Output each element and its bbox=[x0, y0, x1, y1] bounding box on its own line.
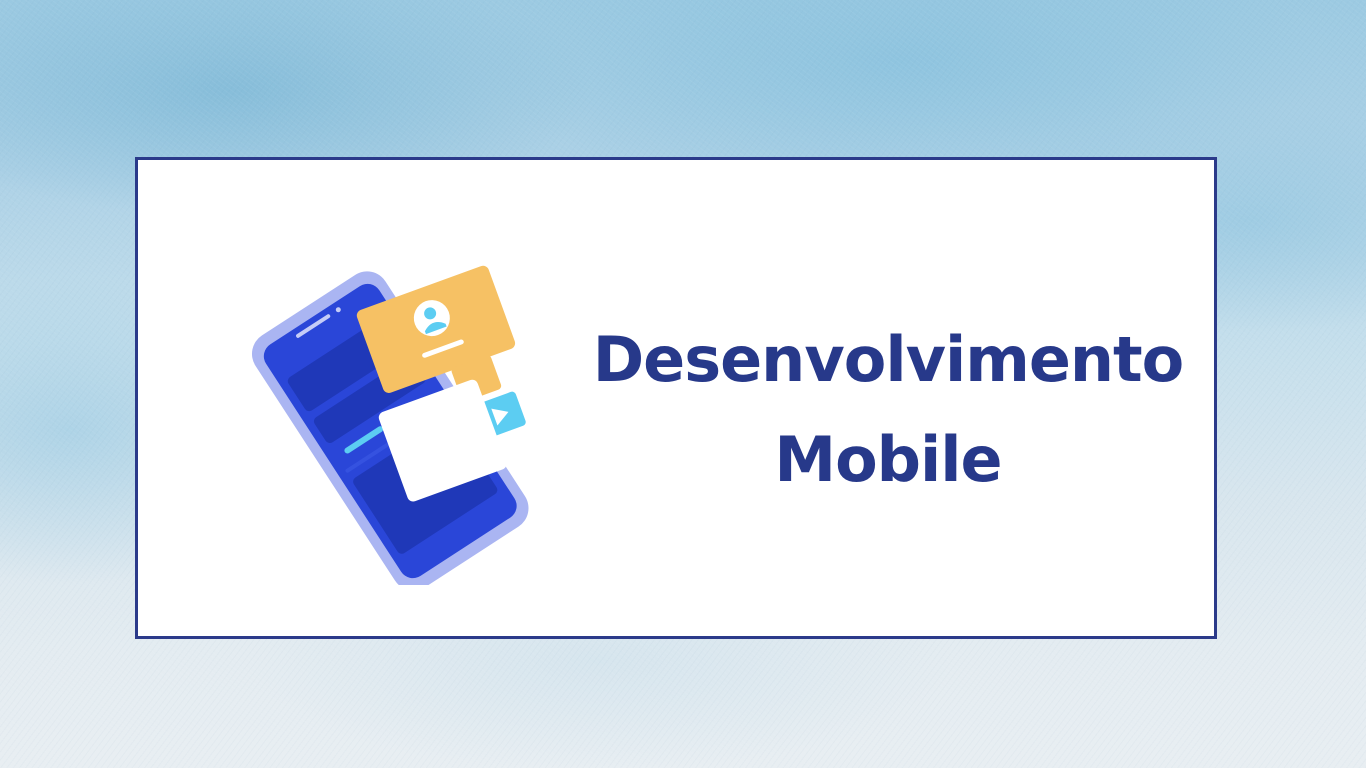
title-card: Desenvolvimento Mobile bbox=[135, 157, 1217, 639]
page-title: Desenvolvimento Mobile bbox=[558, 310, 1218, 510]
title-line-1: Desenvolvimento bbox=[592, 323, 1185, 396]
mobile-phone-app-icon bbox=[251, 265, 529, 591]
title-line-2: Mobile bbox=[774, 423, 1002, 496]
mobile-phone-illustration bbox=[238, 255, 558, 591]
